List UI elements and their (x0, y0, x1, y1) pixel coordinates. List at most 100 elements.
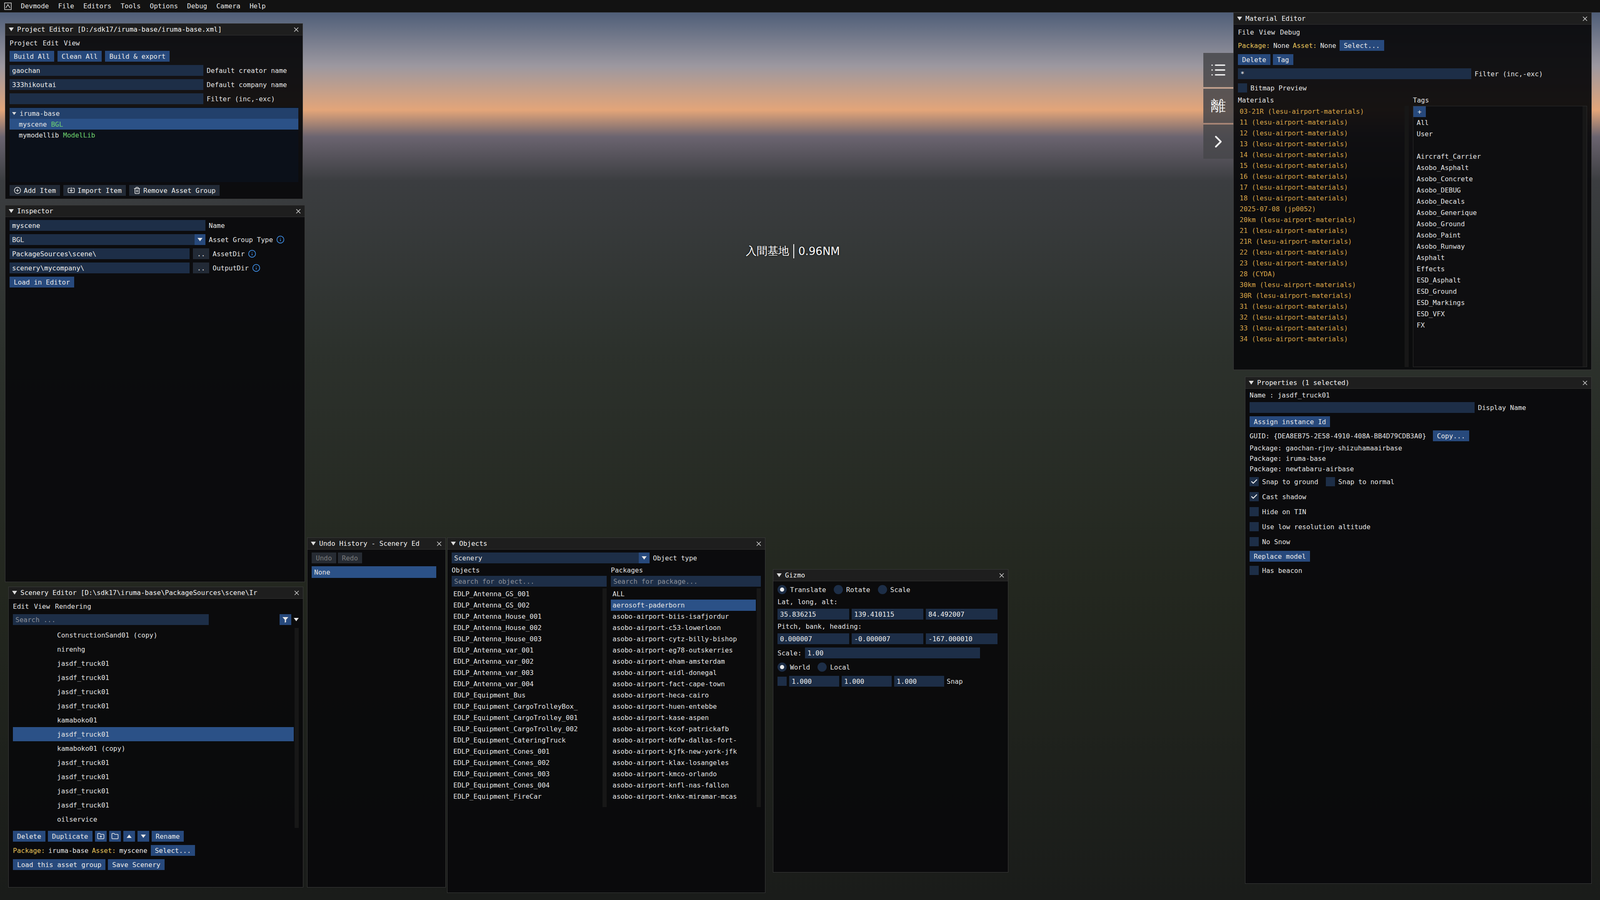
text-field[interactable]: 333hikoutai (9, 79, 204, 90)
scenery-item[interactable]: jasdf_truck01 (12, 727, 294, 742)
radio-option[interactable]: Rotate (833, 585, 871, 595)
text-field[interactable] (9, 93, 204, 105)
pick-item[interactable]: EDLP_Antenna_var_003 (451, 667, 602, 679)
pick-item[interactable]: EDLP_Equipment_CargoTrolley_002 (451, 723, 602, 735)
material-item[interactable]: 15 (lesu-airport-materials) (1237, 160, 1404, 171)
action-button[interactable]: Add Item (9, 185, 60, 196)
scenery-item[interactable]: jasdf_truck01 (12, 783, 294, 798)
search-field[interactable]: Search for package... (610, 575, 761, 587)
pick-item[interactable]: EDLP_Antenna_House_001 (451, 610, 602, 623)
pick-item[interactable]: aerosoft-paderborn (610, 599, 756, 611)
pick-item[interactable]: EDLP_Equipment_Bus (451, 689, 602, 701)
menu-item[interactable]: Edit (12, 602, 30, 611)
option[interactable]: Snap to ground (1249, 477, 1319, 487)
pick-item[interactable]: EDLP_Equipment_Cones_001 (451, 745, 602, 758)
tag-item[interactable]: ESD_Asphalt (1413, 274, 1582, 286)
radio-option[interactable]: Local (817, 662, 850, 672)
number-field[interactable]: -0.000007 (851, 633, 924, 645)
material-item[interactable]: 34 (lesu-airport-materials) (1237, 333, 1404, 345)
add-tag-button[interactable]: + (1413, 106, 1426, 118)
menu-bar-item[interactable]: Camera (216, 2, 241, 10)
checkbox[interactable] (1249, 522, 1259, 532)
scrollbar[interactable] (1404, 105, 1409, 368)
path-field[interactable]: PackageSources\scene\ (9, 248, 190, 260)
build-button[interactable]: Clean All (57, 50, 103, 62)
material-item[interactable]: 30km (lesu-airport-materials) (1237, 279, 1404, 290)
pick-item[interactable]: EDLP_Equipment_CargoTrolleyBox_ (451, 700, 602, 713)
scrollbar[interactable] (602, 588, 607, 808)
display-name-field[interactable] (1249, 402, 1475, 413)
pick-item[interactable]: asobo-airport-kcof-patrickafb (610, 723, 756, 735)
menu-bar-item[interactable]: Devmode (20, 2, 49, 10)
snap-field[interactable]: 1.000 (789, 675, 840, 687)
tag-item[interactable]: Asobo_Generique (1413, 207, 1582, 219)
material-item[interactable]: 31 (lesu-airport-materials) (1237, 300, 1404, 312)
assign-instance-id-button[interactable]: Assign instance Id (1249, 416, 1330, 428)
option[interactable]: Snap to normal (1325, 477, 1395, 487)
pick-item[interactable]: EDLP_Equipment_CargoTrolley_001 (451, 712, 602, 724)
info-icon[interactable] (276, 235, 285, 244)
checkbox[interactable] (1249, 565, 1259, 575)
option[interactable]: Hide on TIN (1249, 507, 1307, 517)
object-type-dropdown[interactable]: Scenery (451, 552, 650, 564)
info-icon[interactable] (252, 263, 261, 273)
pick-item[interactable]: ALL (610, 588, 756, 600)
scene-viewport[interactable]: 入間基地0.96NM離Project Editor [D:/sdk17/irum… (0, 12, 1600, 900)
pick-item[interactable]: asobo-airport-knfl-nas-fallon (610, 779, 756, 791)
pick-item[interactable]: asobo-airport-knkx-miramar-mcas (610, 790, 756, 803)
scenery-item[interactable]: jasdf_truck01 (12, 656, 294, 671)
material-item[interactable]: 03-21R (lesu-airport-materials) (1237, 105, 1404, 117)
scenery-item[interactable]: kamaboko01 (copy) (12, 741, 294, 756)
search-field[interactable]: Search for object... (451, 575, 607, 587)
radio-button[interactable] (817, 662, 827, 672)
close-icon[interactable] (435, 540, 443, 548)
collapse-icon[interactable] (8, 209, 14, 213)
option[interactable]: Use low resolution altitude (1249, 522, 1371, 532)
scrollbar[interactable] (1582, 106, 1587, 367)
scenery-item[interactable]: jasdf_truck01 (12, 769, 294, 784)
tag-item[interactable]: Asobo_DEBUG (1413, 184, 1582, 196)
edit-button[interactable]: Duplicate (47, 830, 93, 842)
material-item[interactable]: 13 (lesu-airport-materials) (1237, 138, 1404, 150)
close-icon[interactable] (997, 571, 1006, 580)
menu-bar-item[interactable]: Editors (83, 2, 112, 10)
collapse-icon[interactable] (450, 541, 456, 546)
scenery-item[interactable]: jasdf_truck01 (12, 684, 294, 699)
tag-item[interactable]: Asobo_Paint (1413, 229, 1582, 241)
pick-item[interactable]: EDLP_Equipment_Cones_002 (451, 757, 602, 769)
collapse-icon[interactable] (12, 590, 18, 595)
scenery-action-button[interactable]: Load this asset group (12, 859, 106, 870)
browse-button[interactable]: .. (192, 248, 210, 260)
material-item[interactable]: 18 (lesu-airport-materials) (1237, 192, 1404, 204)
menu-item[interactable]: View (63, 39, 80, 48)
tag-item[interactable]: Asobo_Concrete (1413, 173, 1582, 185)
material-item[interactable]: 17 (lesu-airport-materials) (1237, 181, 1404, 193)
collapse-icon[interactable] (776, 573, 782, 578)
filter-field[interactable]: * (1237, 68, 1472, 80)
menu-item[interactable]: Rendering (55, 602, 92, 611)
text-field[interactable]: gaochan (9, 65, 204, 76)
title-bar[interactable]: Inspector (5, 205, 305, 218)
pick-item[interactable]: EDLP_Antenna_var_002 (451, 655, 602, 668)
history-button[interactable]: Undo (311, 552, 337, 564)
text-field[interactable]: myscene (9, 220, 206, 231)
search-field[interactable]: Search ... (12, 614, 209, 625)
pick-item[interactable]: asobo-airport-biis-isafjordur (610, 610, 756, 623)
pick-item[interactable]: EDLP_Equipment_Cones_003 (451, 768, 602, 780)
scenery-item[interactable]: jasdf_truck01 (12, 755, 294, 770)
pick-item[interactable]: EDLP_Antenna_GS_001 (451, 588, 602, 600)
menu-bar-item[interactable]: Tools (120, 2, 141, 10)
material-item[interactable]: 32 (lesu-airport-materials) (1237, 311, 1404, 323)
number-field[interactable]: 35.836215 (777, 608, 850, 620)
menu-item[interactable]: View (1259, 28, 1276, 37)
folder-button[interactable] (109, 830, 121, 842)
tag-item[interactable]: Asphalt (1413, 252, 1582, 264)
scenery-item[interactable]: kamaboko01 (12, 712, 294, 728)
filter-menu-icon[interactable] (293, 617, 299, 622)
snap-field[interactable]: 1.000 (841, 675, 892, 687)
number-field[interactable]: -167.000010 (925, 633, 998, 645)
checkbox[interactable] (1249, 477, 1259, 487)
radio-option[interactable]: Scale (877, 585, 911, 595)
tag-item[interactable]: ESD_Markings (1413, 297, 1582, 309)
material-item[interactable]: 11 (lesu-airport-materials) (1237, 116, 1404, 128)
